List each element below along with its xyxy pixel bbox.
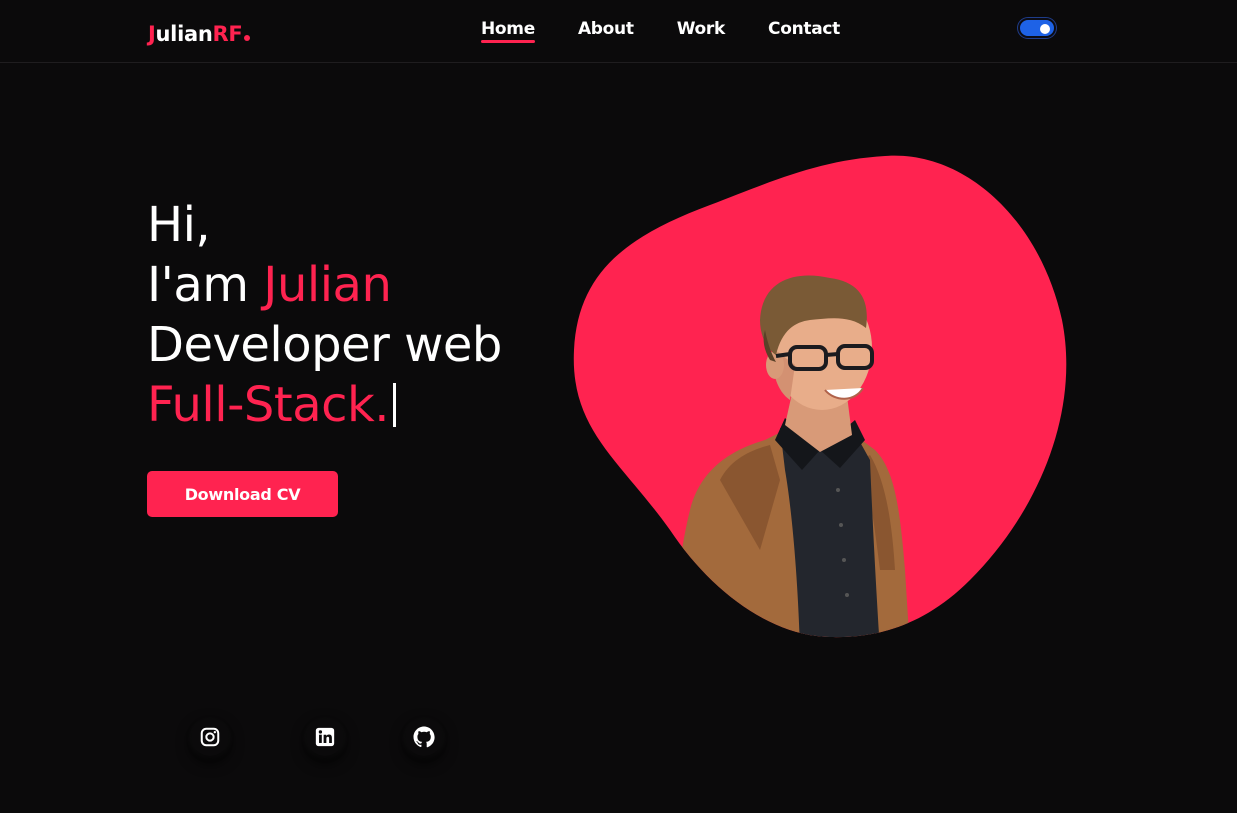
github-icon (413, 726, 435, 748)
toggle-knob (1040, 24, 1050, 34)
site-header: J ulian RF Home About Work Contact (0, 0, 1237, 63)
logo-dot (244, 35, 251, 41)
download-cv-button[interactable]: Download CV (147, 471, 338, 517)
hero-name: Julian (263, 257, 392, 313)
hero-heading: Hi, I'am Julian Developer web Full-Stack… (147, 195, 502, 435)
intro-prefix: I'am (147, 257, 264, 313)
instagram-icon (200, 727, 220, 747)
nav-link-work[interactable]: Work (677, 19, 726, 43)
role-line-2: Full-Stack. (147, 375, 502, 435)
instagram-link[interactable] (191, 718, 229, 756)
nav-link-home[interactable]: Home (481, 19, 535, 43)
logo-accent: RF (212, 22, 243, 46)
page: J ulian RF Home About Work Contact Hi, I… (0, 0, 1237, 813)
intro-line: I'am Julian (147, 255, 502, 315)
logo[interactable]: J ulian RF (148, 22, 251, 46)
role-line-1: Developer web (147, 317, 502, 373)
theme-toggle[interactable] (1018, 18, 1056, 38)
greeting-line: Hi, (147, 197, 211, 253)
linkedin-link[interactable] (306, 718, 344, 756)
linkedin-icon (315, 727, 335, 747)
logo-initial: J (148, 22, 156, 46)
main-nav: Home About Work Contact (481, 19, 883, 43)
logo-text: ulian (155, 22, 213, 46)
role-typed-text: Full-Stack. (147, 377, 390, 433)
github-link[interactable] (405, 718, 443, 756)
nav-link-contact[interactable]: Contact (768, 19, 840, 43)
nav-link-about[interactable]: About (578, 19, 634, 43)
portrait-illustration (573, 155, 1067, 638)
typing-cursor (393, 383, 397, 427)
hero-portrait (570, 150, 1080, 650)
